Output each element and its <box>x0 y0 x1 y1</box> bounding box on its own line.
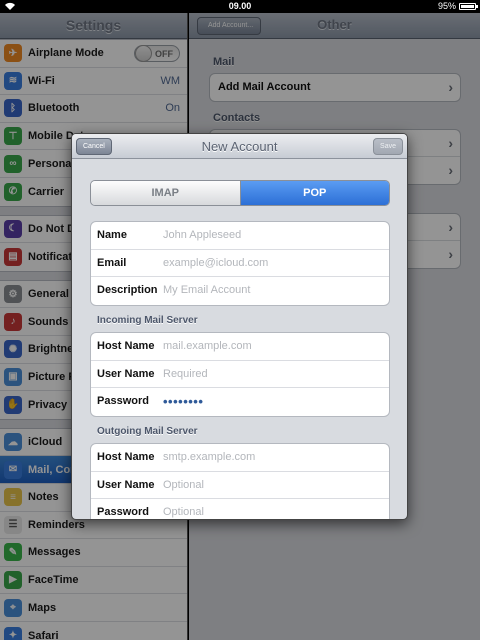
incoming-host-name-field[interactable]: Host Name mail.example.com <box>91 333 389 361</box>
account-description-field[interactable]: Description My Email Account <box>91 277 389 305</box>
modal-navbar: Cancel New Account Save <box>72 134 407 159</box>
incoming-user-name-field[interactable]: User Name Required <box>91 361 389 389</box>
incoming-host-name-input[interactable]: mail.example.com <box>163 333 252 360</box>
account-fields-group: Name John Appleseed Email example@icloud.co… <box>90 221 390 306</box>
battery-percentage: 95% <box>437 1 456 11</box>
incoming-user-name-input[interactable]: Required <box>163 361 208 388</box>
outgoing-host-name-input[interactable]: smtp.example.com <box>163 444 255 471</box>
incoming-password-field[interactable]: Password •••••••• <box>91 388 389 416</box>
incoming-host-name-label: Host Name <box>97 340 155 352</box>
outgoing-password-input[interactable]: Optional <box>163 499 204 519</box>
segment-pop[interactable]: POP <box>240 181 389 205</box>
incoming-fields-group: Host Name mail.example.com User Name Requir… <box>90 332 390 417</box>
outgoing-user-name-label: User Name <box>97 478 155 491</box>
outgoing-password-field[interactable]: Password Optional <box>91 499 389 519</box>
account-email-label: Email <box>97 256 127 269</box>
outgoing-host-name-label: Host Name <box>97 451 155 463</box>
modal-body: IMAP POP Name John Appleseed Email example@… <box>72 160 407 519</box>
battery-icon <box>459 3 478 10</box>
account-name-label: Name <box>97 229 127 241</box>
save-button[interactable]: Save <box>373 138 403 155</box>
outgoing-server-header: Outgoing Mail Server <box>97 426 198 437</box>
outgoing-user-name-input[interactable]: Optional <box>163 472 204 499</box>
outgoing-user-name-field[interactable]: User Name Optional <box>91 472 389 500</box>
outgoing-password-label: Password <box>97 506 149 519</box>
incoming-server-header: Incoming Mail Server <box>97 315 198 326</box>
modal-title: New Account <box>201 139 278 154</box>
account-description-input[interactable]: My Email Account <box>163 277 250 304</box>
status-time: 09.00 <box>228 1 252 11</box>
segment-imap[interactable]: IMAP <box>91 181 241 205</box>
incoming-password-label: Password <box>97 395 149 408</box>
account-type-segmented-control: IMAP POP <box>90 180 390 206</box>
outgoing-host-name-field[interactable]: Host Name smtp.example.com <box>91 444 389 472</box>
account-email-field[interactable]: Email example@icloud.com <box>91 250 389 278</box>
account-email-input[interactable]: example@icloud.com <box>163 250 268 277</box>
incoming-user-name-label: User Name <box>97 367 155 380</box>
account-name-field[interactable]: Name John Appleseed <box>91 222 389 250</box>
account-name-input[interactable]: John Appleseed <box>163 222 241 249</box>
status-bar: 09.00 95% <box>0 0 480 13</box>
new-account-modal: Cancel New Account Save IMAP POP Name Joh… <box>71 133 408 520</box>
account-description-label: Description <box>97 284 158 297</box>
incoming-password-input[interactable]: •••••••• <box>163 388 203 415</box>
outgoing-fields-group: Host Name smtp.example.com User Name Option… <box>90 443 390 519</box>
